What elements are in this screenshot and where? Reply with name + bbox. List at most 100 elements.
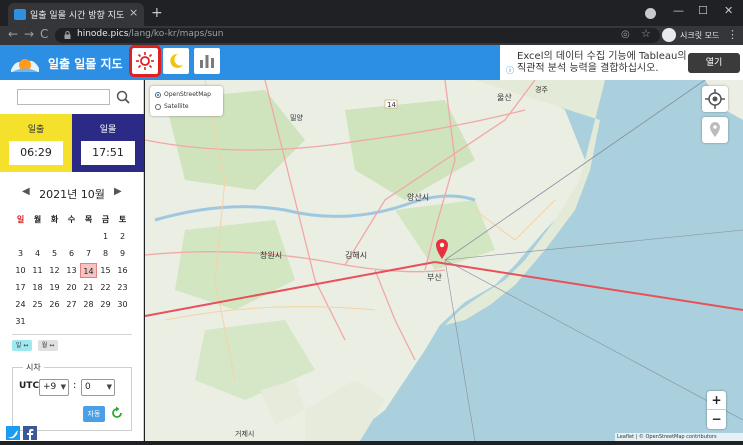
- zoom-out-button[interactable]: −: [707, 410, 726, 429]
- calendar-weekday: 화: [50, 215, 59, 224]
- calendar-day[interactable]: 6: [63, 246, 80, 261]
- calendar-day[interactable]: 7: [80, 246, 97, 261]
- browser-menu-icon[interactable]: ⋮: [727, 28, 738, 41]
- timezone-panel: 시차 UTC +9 ▼ : 0 ▼ 자동: [12, 362, 132, 431]
- incognito-indicator[interactable]: 시크릿 모드: [662, 28, 720, 43]
- auto-timezone-button[interactable]: 자동: [83, 406, 105, 422]
- utc-hour-select[interactable]: +9 ▼: [39, 379, 69, 396]
- close-window-button[interactable]: ✕: [724, 4, 733, 17]
- month-toggle-button[interactable]: 월 ↔: [38, 340, 58, 351]
- browser-tab[interactable]: 일출 일몰 시간 방향 지도 ×: [8, 3, 144, 26]
- maximize-button[interactable]: ☐: [698, 4, 708, 17]
- incognito-label: 시크릿 모드: [680, 31, 720, 40]
- calendar-weekday: 월: [33, 215, 42, 224]
- forward-button[interactable]: →: [24, 27, 34, 41]
- calendar-day[interactable]: 5: [46, 246, 63, 261]
- layer-satellite-label: Satellite: [164, 103, 189, 110]
- calendar-day[interactable]: 20: [63, 280, 80, 295]
- zoom-in-button[interactable]: +: [707, 391, 726, 410]
- sunrise-label: 일출: [27, 125, 45, 135]
- calendar-day[interactable]: 25: [29, 297, 46, 312]
- facebook-icon[interactable]: [23, 426, 37, 441]
- chart-mode-button[interactable]: [194, 48, 220, 74]
- sun-mode-button[interactable]: [129, 45, 161, 77]
- reload-button[interactable]: C: [40, 27, 48, 41]
- calendar-day[interactable]: 1: [97, 229, 114, 244]
- my-location-button[interactable]: [702, 86, 728, 112]
- utc-label: UTC: [19, 381, 40, 391]
- bookmark-star-icon[interactable]: ☆: [641, 27, 651, 40]
- calendar-day[interactable]: 10: [12, 263, 29, 278]
- map-label-busan: 부산: [427, 272, 442, 282]
- calendar-day-selected[interactable]: 14: [80, 263, 97, 278]
- map-label-gyeongju: 경주: [535, 85, 548, 94]
- calendar-day[interactable]: 12: [46, 263, 63, 278]
- facebook-f-icon: [27, 429, 34, 441]
- url-host: hinode.pics: [77, 29, 129, 39]
- radio-icon[interactable]: [155, 103, 161, 110]
- ad-banner[interactable]: ⓘ Excel의 데이터 수집 기능에 Tableau의 직관적 분석 능력을 …: [500, 45, 743, 80]
- browser-tab-bar: 일출 일몰 시간 방향 지도 × + — ☐ ✕: [0, 0, 743, 26]
- sidebar: 일출 06:29 일몰 17:51 2021년 10월 ◀ ▶ 일월화수목금토1…: [0, 80, 144, 441]
- chevron-down-icon: ▼: [60, 383, 66, 391]
- prev-month-button[interactable]: ◀: [22, 186, 30, 197]
- utc-minute-select[interactable]: 0 ▼: [81, 379, 115, 396]
- layer-option-satellite[interactable]: Satellite: [155, 103, 189, 110]
- calendar-day[interactable]: 16: [114, 263, 131, 278]
- omnibox[interactable]: hinode.pics/lang/ko-kr/maps/sun: [55, 28, 660, 43]
- eye-slash-icon[interactable]: ◎: [621, 29, 630, 40]
- calendar-day[interactable]: 24: [12, 297, 29, 312]
- favicon-icon: [14, 9, 26, 20]
- place-marker-button[interactable]: [702, 117, 728, 143]
- calendar-weekday: 목: [84, 215, 93, 224]
- calendar-day[interactable]: 21: [80, 280, 97, 295]
- calendar-day[interactable]: 4: [29, 246, 46, 261]
- month-navigator: 2021년 10월 ◀ ▶: [0, 184, 144, 202]
- map-view[interactable]: 울산 양산시 창원시 김해시 부산 거제시 밀양 경주 14 OpenStree…: [145, 80, 743, 441]
- map-canvas[interactable]: 울산 양산시 창원시 김해시 부산 거제시 밀양 경주 14: [145, 80, 743, 441]
- calendar-day[interactable]: 23: [114, 280, 131, 295]
- calendar-day[interactable]: 19: [46, 280, 63, 295]
- map-label-gimhae: 김해시: [345, 250, 367, 260]
- tab-close-icon[interactable]: ×: [129, 6, 138, 19]
- radio-selected-icon[interactable]: [155, 91, 161, 98]
- day-toggle-button[interactable]: 일 ↔: [12, 340, 32, 351]
- calendar-day[interactable]: 17: [12, 280, 29, 295]
- new-tab-button[interactable]: +: [151, 5, 163, 21]
- map-attribution[interactable]: Leaflet | © OpenStreetMap contributors: [615, 433, 743, 441]
- ad-line-2: 직관적 분석 능력을 결합하십시오.: [517, 63, 659, 74]
- calendar-day[interactable]: 31: [12, 314, 29, 329]
- refresh-icon[interactable]: [110, 406, 124, 420]
- calendar-day[interactable]: 3: [12, 246, 29, 261]
- location-search-input[interactable]: [17, 89, 110, 105]
- calendar-day[interactable]: 11: [29, 263, 46, 278]
- chevron-down-icon: ▼: [106, 383, 112, 391]
- sunrise-time: 06:29: [9, 141, 63, 165]
- calendar-day[interactable]: 26: [46, 297, 63, 312]
- utc-hour-value: +9: [43, 382, 57, 392]
- back-button[interactable]: ←: [8, 27, 18, 41]
- daylight-arc-line: [444, 259, 743, 421]
- address-toolbar: ← → C hinode.pics/lang/ko-kr/maps/sun ◎ …: [0, 26, 743, 45]
- calendar-day[interactable]: 9: [114, 246, 131, 261]
- calendar-day[interactable]: 13: [63, 263, 80, 278]
- calendar-day[interactable]: 28: [80, 297, 97, 312]
- calendar-day[interactable]: 30: [114, 297, 131, 312]
- calendar-day[interactable]: 18: [29, 280, 46, 295]
- profile-icon[interactable]: [645, 8, 656, 19]
- moon-mode-button[interactable]: [163, 48, 189, 74]
- ad-open-button[interactable]: 열기: [688, 53, 740, 73]
- calendar-day[interactable]: 27: [63, 297, 80, 312]
- logo-icon[interactable]: [8, 50, 42, 74]
- calendar-day[interactable]: 2: [114, 229, 131, 244]
- ad-info-icon[interactable]: ⓘ: [506, 65, 514, 76]
- calendar-day[interactable]: 22: [97, 280, 114, 295]
- next-month-button[interactable]: ▶: [114, 186, 122, 197]
- search-icon[interactable]: [114, 88, 132, 106]
- calendar-day[interactable]: 8: [97, 246, 114, 261]
- layer-option-osm[interactable]: OpenStreetMap: [155, 91, 211, 98]
- calendar-day[interactable]: 15: [97, 263, 114, 278]
- minimize-button[interactable]: —: [673, 4, 684, 17]
- calendar-day[interactable]: 29: [97, 297, 114, 312]
- twitter-icon[interactable]: [6, 426, 20, 440]
